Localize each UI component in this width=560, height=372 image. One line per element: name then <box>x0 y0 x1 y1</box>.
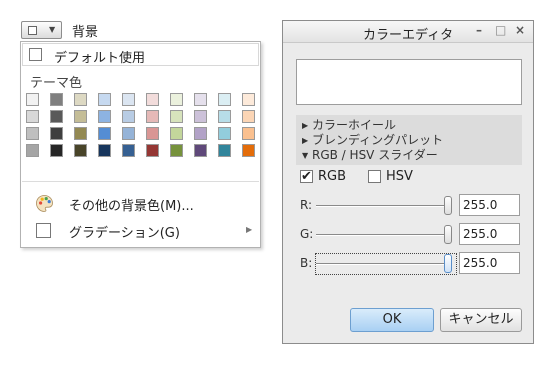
editor-sections: ▶ カラーホイール ▶ ブレンディングパレット ▼ RGB / HSV スライダー <box>296 115 522 165</box>
red-slider-row: R: 255.0 <box>299 194 525 218</box>
color-swatch[interactable] <box>26 127 39 140</box>
color-swatch[interactable] <box>194 93 207 106</box>
other-background-colors-label: その他の背景色(M)... <box>69 199 194 214</box>
blue-value-field[interactable]: 255.0 <box>459 252 520 274</box>
gradation-item[interactable]: グラデーション(G) ▶ <box>22 219 259 243</box>
expand-triangle-icon: ▶ <box>302 121 309 130</box>
color-swatch[interactable] <box>26 93 39 106</box>
blue-slider-handle[interactable] <box>444 254 452 273</box>
expand-triangle-icon: ▶ <box>302 136 309 145</box>
default-checkbox[interactable] <box>29 48 42 61</box>
color-swatch[interactable] <box>122 110 135 123</box>
ok-button[interactable]: OK <box>350 308 434 332</box>
color-swatch[interactable] <box>50 93 63 106</box>
color-swatch[interactable] <box>98 127 111 140</box>
color-swatch[interactable] <box>170 127 183 140</box>
color-editor-window: カラーエディタ – □ × ▶ カラーホイール ▶ ブレンディングパレット ▼ RGB… <box>282 20 534 344</box>
use-default-label: デフォルト使用 <box>54 51 146 66</box>
background-color-selector[interactable]: ▼ <box>21 21 62 39</box>
color-swatch[interactable] <box>98 110 111 123</box>
hsv-mode-label: HSV <box>386 169 413 184</box>
color-swatch[interactable] <box>26 110 39 123</box>
color-swatch[interactable] <box>146 110 159 123</box>
green-channel-label: G: <box>300 227 314 241</box>
color-swatch[interactable] <box>74 110 87 123</box>
color-swatch[interactable] <box>242 110 255 123</box>
color-swatch[interactable] <box>242 93 255 106</box>
gradation-box-icon <box>36 223 51 238</box>
color-swatch[interactable] <box>218 127 231 140</box>
blue-channel-label: B: <box>300 256 313 270</box>
maximize-icon[interactable]: □ <box>495 23 506 37</box>
green-value-field[interactable]: 255.0 <box>459 223 520 245</box>
color-swatch[interactable] <box>50 110 63 123</box>
color-swatch[interactable] <box>122 127 135 140</box>
color-swatch[interactable] <box>98 93 111 106</box>
title-bar[interactable]: カラーエディタ – □ × <box>283 21 533 43</box>
color-swatch[interactable] <box>74 93 87 106</box>
color-swatch[interactable] <box>26 144 39 157</box>
color-swatch[interactable] <box>122 144 135 157</box>
other-background-colors-item[interactable]: その他の背景色(M)... <box>22 192 259 216</box>
section-label: カラーホイール <box>312 118 397 132</box>
color-swatch[interactable] <box>50 144 63 157</box>
red-slider-track[interactable] <box>316 205 448 207</box>
chevron-right-icon: ▶ <box>246 225 253 234</box>
color-swatch[interactable] <box>74 144 87 157</box>
red-slider-handle[interactable] <box>444 196 452 215</box>
green-slider-row: G: 255.0 <box>299 223 525 247</box>
color-swatch[interactable] <box>194 110 207 123</box>
theme-colors-title: テーマ色 <box>30 76 83 91</box>
color-swatch[interactable] <box>74 127 87 140</box>
window-title: カラーエディタ <box>363 28 454 43</box>
background-label: 背景 <box>72 25 99 40</box>
section-label: ブレンディングパレット <box>312 133 444 147</box>
background-color-menu: デフォルト使用 テーマ色 その他の背景色(M)... グラデーション(G) ▶ <box>20 41 261 248</box>
blue-slider-track[interactable] <box>316 263 448 265</box>
color-swatch[interactable] <box>218 144 231 157</box>
green-slider-handle[interactable] <box>444 225 452 244</box>
color-swatch[interactable] <box>218 93 231 106</box>
color-swatch[interactable] <box>194 144 207 157</box>
color-swatch[interactable] <box>170 93 183 106</box>
color-swatch[interactable] <box>170 110 183 123</box>
color-swatch[interactable] <box>242 127 255 140</box>
color-swatch[interactable] <box>146 93 159 106</box>
chevron-down-icon: ▼ <box>49 25 56 34</box>
menu-divider <box>22 181 259 182</box>
close-icon[interactable]: × <box>515 23 525 37</box>
use-default-option[interactable]: デフォルト使用 <box>22 43 259 66</box>
color-swatch[interactable] <box>218 110 231 123</box>
color-swatch[interactable] <box>122 93 135 106</box>
green-slider-track[interactable] <box>316 234 448 236</box>
color-swatch[interactable] <box>146 144 159 157</box>
color-swatch[interactable] <box>146 127 159 140</box>
color-swatch[interactable] <box>50 127 63 140</box>
rgb-mode-label: RGB <box>318 169 347 184</box>
color-preview <box>296 59 522 105</box>
square-swatch-icon <box>28 26 37 35</box>
empty-checkbox[interactable] <box>368 170 381 183</box>
section-rgb-hsv-sliders[interactable]: ▼ RGB / HSV スライダー <box>302 146 438 163</box>
color-swatch[interactable] <box>98 144 111 157</box>
color-swatch[interactable] <box>242 144 255 157</box>
color-swatch[interactable] <box>170 144 183 157</box>
red-value-field[interactable]: 255.0 <box>459 194 520 216</box>
section-label: RGB / HSV スライダー <box>312 148 438 162</box>
red-channel-label: R: <box>300 198 313 212</box>
theme-color-palette <box>26 93 258 159</box>
gradation-label: グラデーション(G) <box>69 226 180 241</box>
checkmark-icon[interactable]: ✔ <box>300 170 313 183</box>
collapse-triangle-icon: ▼ <box>302 151 309 160</box>
minimize-icon[interactable]: – <box>476 23 482 37</box>
blue-slider-row: B: 255.0 <box>299 252 525 276</box>
cancel-button[interactable]: キャンセル <box>440 308 522 332</box>
color-swatch[interactable] <box>194 127 207 140</box>
paint-palette-icon <box>36 195 53 212</box>
